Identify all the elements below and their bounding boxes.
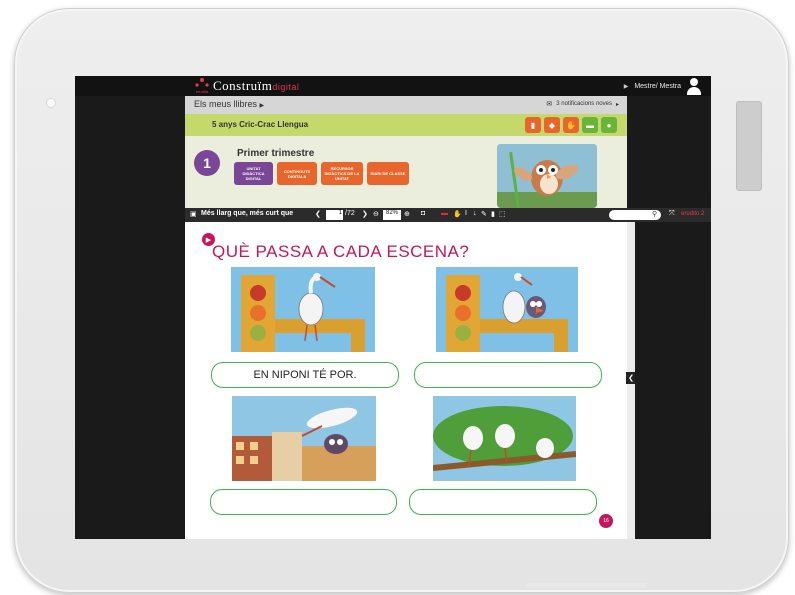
book-tools: ▮ ◆ ✋ ▬ ● — [525, 117, 617, 133]
fullscreen-icon[interactable]: ⤧ — [669, 210, 675, 218]
zoom-in-icon[interactable]: ⊕ — [404, 210, 410, 218]
avatar-icon[interactable] — [687, 77, 701, 95]
fit-page-icon[interactable]: ◘ — [421, 210, 425, 217]
window-icon[interactable]: ▬ — [582, 117, 598, 133]
user-icon[interactable]: ● — [601, 117, 617, 133]
answer-field-4[interactable] — [409, 489, 597, 515]
home-button[interactable] — [736, 101, 762, 191]
user-menu[interactable]: ▶ Mestre/ Mestra — [624, 77, 701, 95]
pencil-icon[interactable]: ✎ — [481, 210, 487, 218]
book-title: 5 anys Cric-Crac Llengua — [212, 120, 309, 129]
graduation-cap-icon[interactable]: ◆ — [544, 117, 560, 133]
notifications[interactable]: ✉ 3 notificacions noves ▸ — [546, 100, 619, 108]
notifications-label: 3 notificacions noves — [556, 101, 612, 107]
unit-number: 1 — [194, 150, 220, 176]
chevron-right-icon: ▶ — [623, 83, 629, 90]
breadcrumb[interactable]: Els meus llibres ▶ — [194, 99, 264, 109]
erudito-label: erudito 2 — [681, 211, 705, 217]
book-page: ▶ QUÈ PASSA A CADA ESCENA? EN NIPONI TÉ … — [185, 222, 627, 539]
answer-field-3[interactable] — [210, 489, 397, 515]
page-heading: QUÈ PASSA A CADA ESCENA? — [212, 242, 470, 261]
user-name: Mestre/ Mestra — [634, 82, 681, 90]
dark-margin — [635, 222, 711, 539]
handshake-icon[interactable]: ✋ — [563, 117, 579, 133]
unitat-didactica-button[interactable]: UNITAT DIDÀCTICA DIGITAL — [234, 162, 273, 185]
chevron-right-icon: ▸ — [615, 101, 619, 108]
answer-field-2[interactable] — [414, 362, 602, 388]
next-page-icon[interactable]: ❯ — [362, 210, 368, 218]
search-icon[interactable]: ⚲ — [652, 210, 657, 218]
unit-illustration — [497, 144, 597, 208]
recursos-didactics-button[interactable]: RECURSOS DIDÀCTICS DE LA UNITAT — [321, 162, 363, 185]
scene-2-image — [436, 267, 578, 352]
index-icon[interactable]: ▣ — [190, 210, 197, 218]
screen: erudita Construïmdigital ▶ Mestre/ Mestr… — [75, 76, 711, 539]
book-header: 5 anys Cric-Crac Llengua ▮ ◆ ✋ ▬ ● — [185, 114, 627, 136]
breadcrumb-bar: Els meus llibres ▶ ✉ 3 notificacions nov… — [185, 96, 627, 114]
camera — [46, 98, 56, 108]
top-bar: erudita Construïmdigital ▶ Mestre/ Mestr… — [75, 76, 711, 96]
envelope-icon: ✉ — [546, 101, 553, 108]
scene-3-image — [232, 396, 376, 481]
page-number: 16 — [599, 514, 613, 528]
scene-4-image — [433, 396, 576, 481]
unit-panel: 1 Primer trimestre UNITAT DIDÀCTICA DIGI… — [185, 136, 627, 208]
continguts-digitals-button[interactable]: CONTINGUTS DIGITALS — [277, 162, 317, 185]
page-input[interactable]: 1 — [326, 210, 343, 220]
unit-name: Primer trimestre — [237, 148, 315, 159]
answer-field-1[interactable]: EN NIPONI TÉ POR. — [211, 362, 399, 388]
prev-page-icon[interactable]: ❮ — [315, 210, 321, 218]
unit-buttons: UNITAT DIDÀCTICA DIGITAL CONTINGUTS DIGI… — [234, 162, 409, 185]
ruler-icon[interactable]: ▬ — [441, 210, 448, 217]
tablet-edge — [526, 583, 646, 588]
marker-icon[interactable]: ▮ — [491, 210, 495, 218]
diari-de-classe-button[interactable]: DIARI DE CLASSE — [367, 162, 409, 185]
zoom-out-icon[interactable]: ⊖ — [373, 210, 379, 218]
book-icon[interactable]: ▮ — [525, 117, 541, 133]
chapter-title: Més llarg que, més curt que — [201, 210, 294, 217]
arrow-down-icon[interactable]: ↓ — [473, 210, 477, 217]
zoom-level[interactable]: 82% — [383, 210, 401, 220]
svg-text:erudita: erudita — [196, 89, 209, 94]
page-total: /72 — [345, 210, 355, 217]
chevron-right-icon: ▶ — [259, 103, 265, 109]
app-logo[interactable]: Construïmdigital — [213, 78, 299, 94]
text-cursor-icon[interactable]: I — [465, 210, 467, 217]
reader-toolbar: ▣ Més llarg que, més curt que ❮ 1 /72 ❯ … — [185, 208, 711, 222]
scene-1-image — [231, 267, 375, 352]
hand-icon[interactable]: ✋ — [453, 210, 462, 218]
erudita-logo-icon: erudita — [195, 78, 209, 94]
select-area-icon[interactable]: ⬚ — [499, 210, 506, 218]
